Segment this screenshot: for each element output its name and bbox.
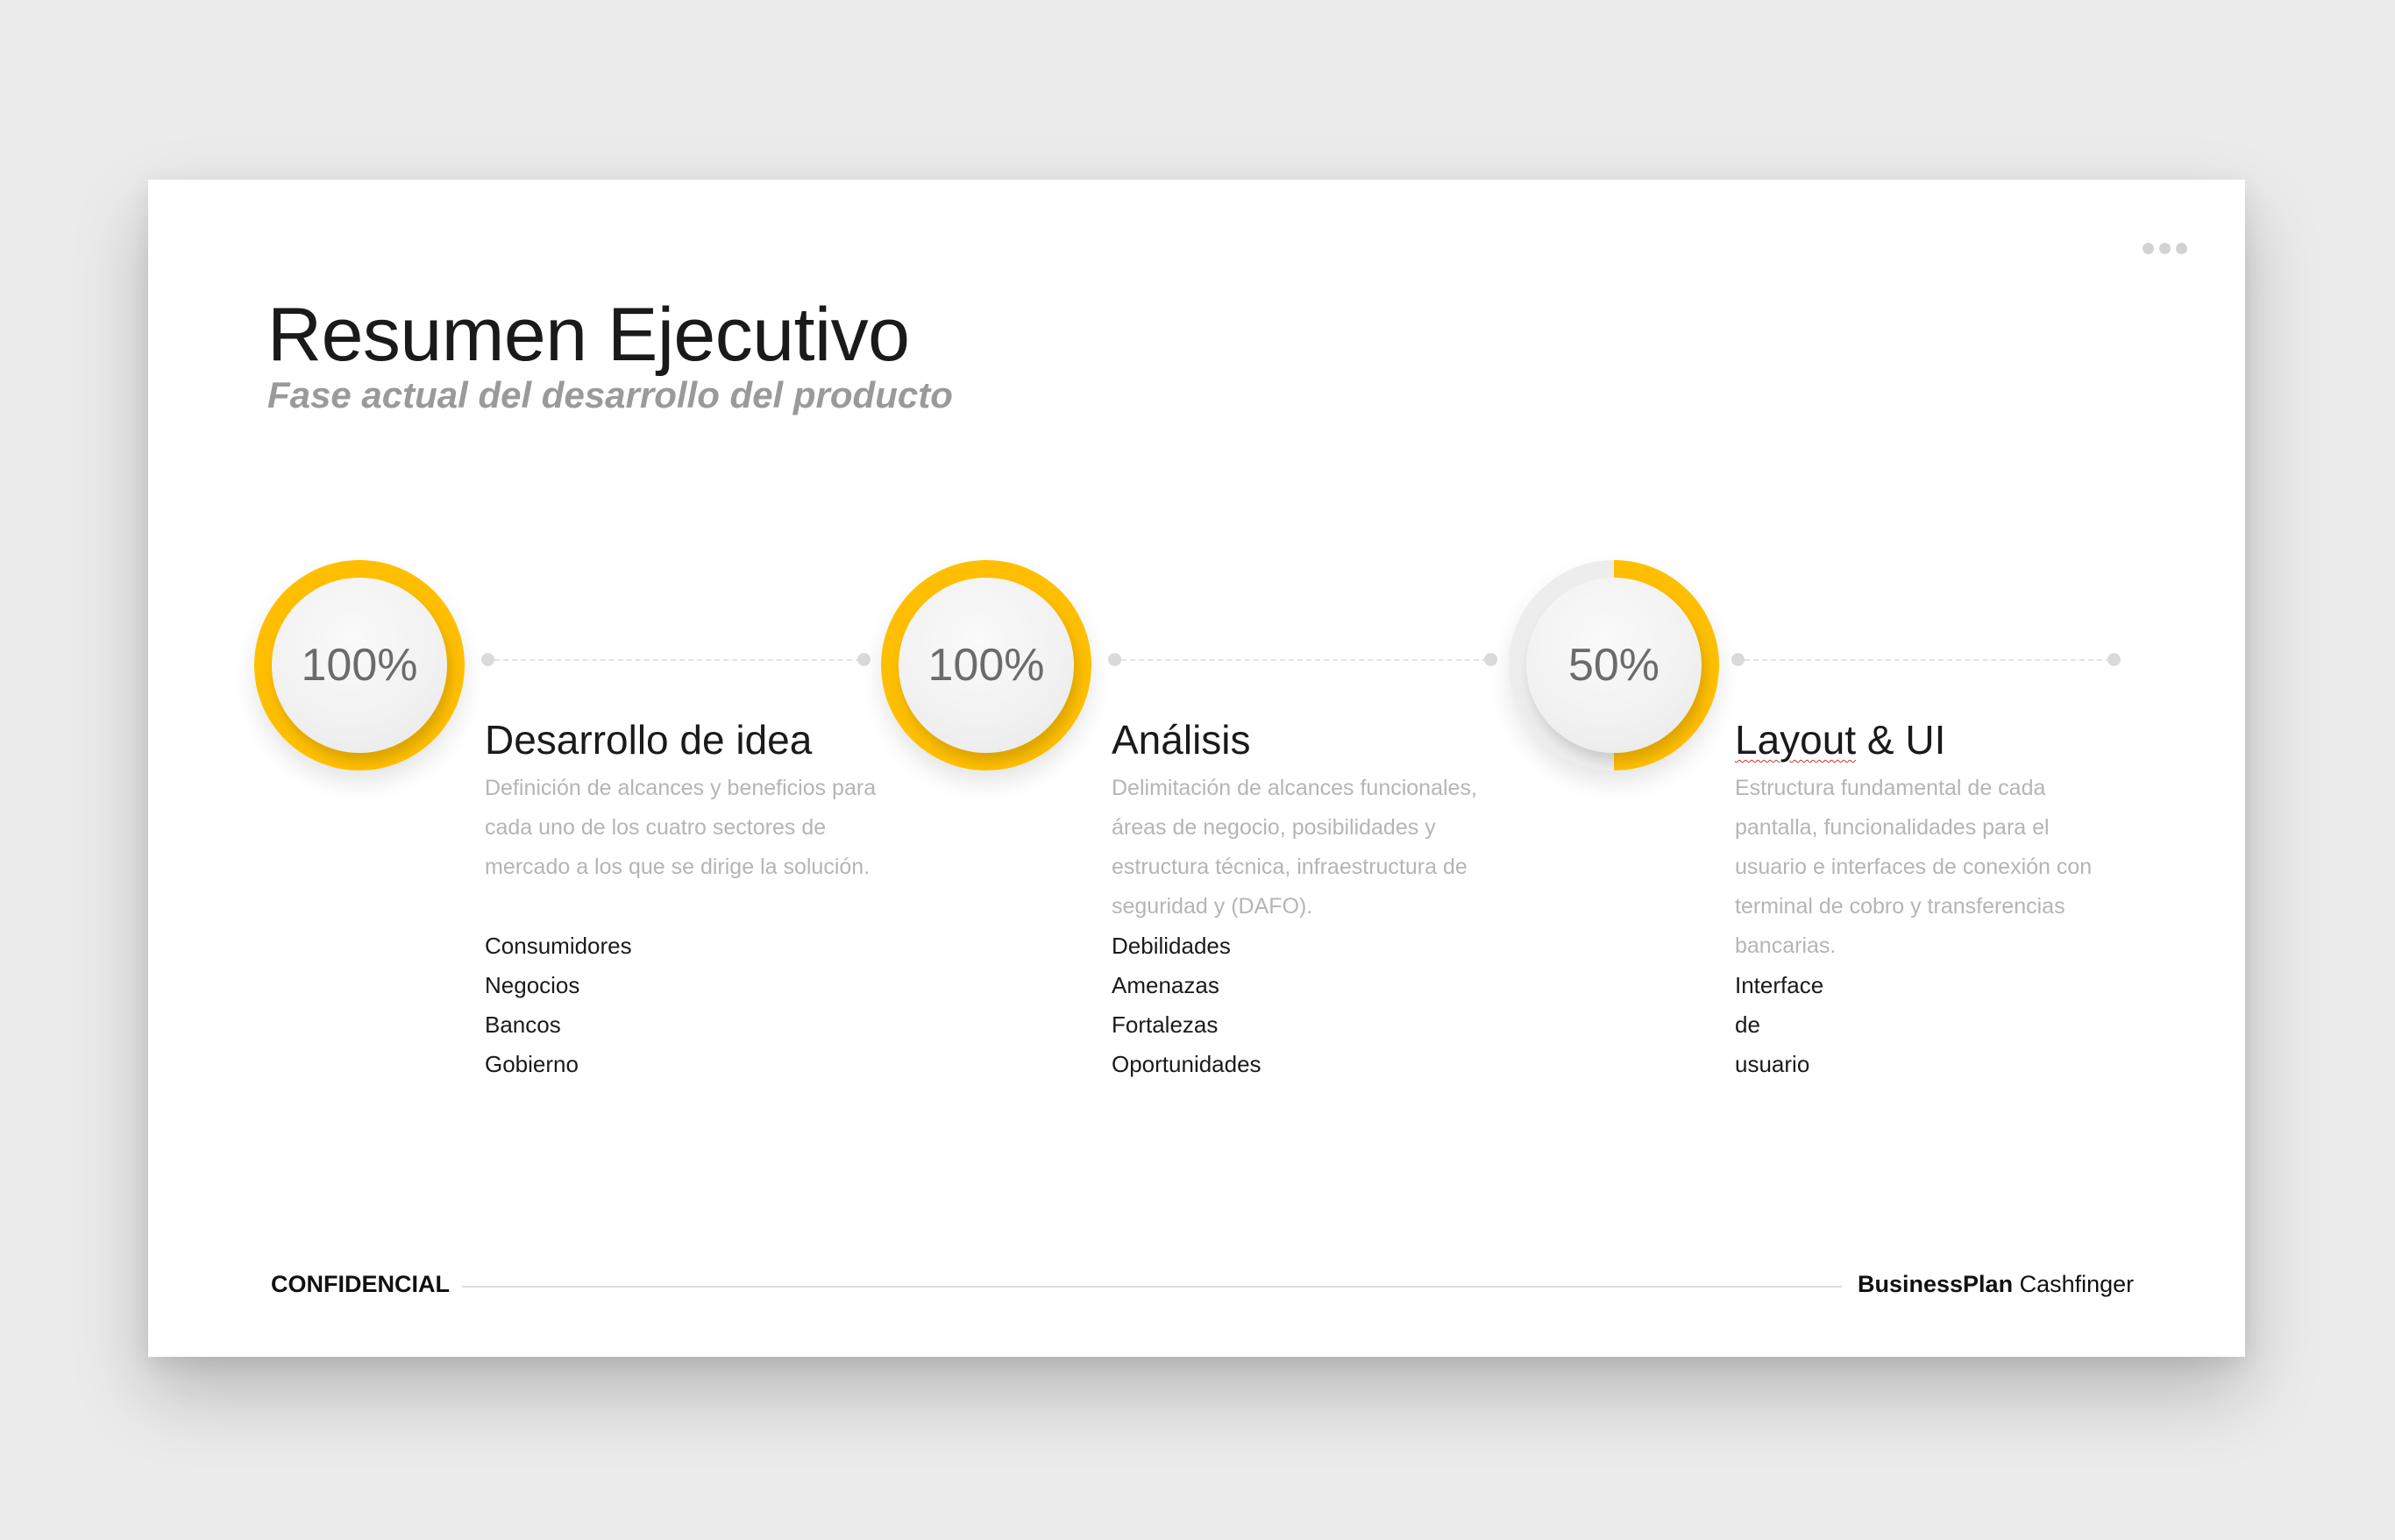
connector-line bbox=[1745, 659, 2111, 661]
connector-start-dot bbox=[1108, 653, 1121, 666]
dot bbox=[2159, 243, 2171, 254]
list-item: Oportunidades bbox=[1112, 1051, 1261, 1077]
connector-line bbox=[1121, 659, 1488, 661]
list-item: Gobierno bbox=[485, 1051, 579, 1077]
connector-end-dot bbox=[857, 653, 871, 666]
progress-knob: 50% bbox=[1526, 578, 1702, 753]
brand-regular: Cashfinger bbox=[2013, 1271, 2135, 1297]
percent-label: 100% bbox=[301, 640, 418, 691]
connector-line bbox=[494, 659, 861, 661]
stage-title-part: & UI bbox=[1856, 717, 1946, 763]
progress-ring: 50% bbox=[1509, 560, 1719, 770]
stage-description: Estructura fundamental de cada pantalla,… bbox=[1735, 776, 2093, 958]
list-item: Bancos bbox=[485, 1011, 561, 1038]
percent-label: 100% bbox=[927, 640, 1045, 691]
footer-brand: BusinessPlan Cashfinger bbox=[1858, 1271, 2134, 1298]
connector-start-dot bbox=[1731, 653, 1745, 666]
brand-bold: BusinessPlan bbox=[1858, 1271, 2014, 1297]
dot bbox=[2143, 243, 2154, 254]
list-item: Interface de usuario bbox=[1735, 972, 1824, 1077]
list-item: Amenazas bbox=[1112, 972, 1219, 998]
progress-knob: 100% bbox=[899, 578, 1074, 753]
connector-start-dot bbox=[481, 653, 494, 666]
stage-item-list: Interface de usuario bbox=[1735, 966, 1823, 1084]
connector-end-dot bbox=[1484, 653, 1497, 666]
progress-knob: 100% bbox=[272, 578, 447, 753]
list-item: Debilidades bbox=[1112, 933, 1231, 959]
list-item: Consumidores bbox=[485, 933, 632, 959]
list-item: Negocios bbox=[485, 972, 580, 998]
stage-description: Delimitación de alcances funcionales, ár… bbox=[1112, 776, 1477, 919]
stage-title-part: Layout bbox=[1735, 717, 1857, 763]
percent-label: 50% bbox=[1567, 640, 1660, 691]
list-item: Fortalezas bbox=[1112, 1011, 1219, 1038]
progress-ring: 100% bbox=[254, 560, 465, 770]
connector-end-dot bbox=[2107, 653, 2121, 666]
more-options-icon[interactable] bbox=[2143, 243, 2187, 254]
slide: Resumen Ejecutivo Fase actual del desarr… bbox=[148, 180, 2245, 1357]
confidential-label: CONFIDENCIAL bbox=[271, 1271, 450, 1297]
page-subtitle: Fase actual del desarrollo del producto bbox=[267, 374, 953, 415]
page-title: Resumen Ejecutivo bbox=[267, 293, 910, 377]
stage-description: Definición de alcances y beneficios para… bbox=[485, 776, 877, 879]
stage-item-list: Consumidores Negocios Bancos Gobierno bbox=[485, 926, 632, 1084]
stage-title: Layout & UI bbox=[1735, 716, 1945, 763]
progress-ring: 100% bbox=[881, 560, 1091, 770]
stage-item-list: Debilidades Amenazas Fortalezas Oportuni… bbox=[1112, 926, 1261, 1084]
dot bbox=[2176, 243, 2187, 254]
stage-title: Análisis bbox=[1112, 717, 1251, 763]
stage-title: Desarrollo de idea bbox=[485, 717, 813, 763]
footer-divider bbox=[462, 1286, 1842, 1288]
